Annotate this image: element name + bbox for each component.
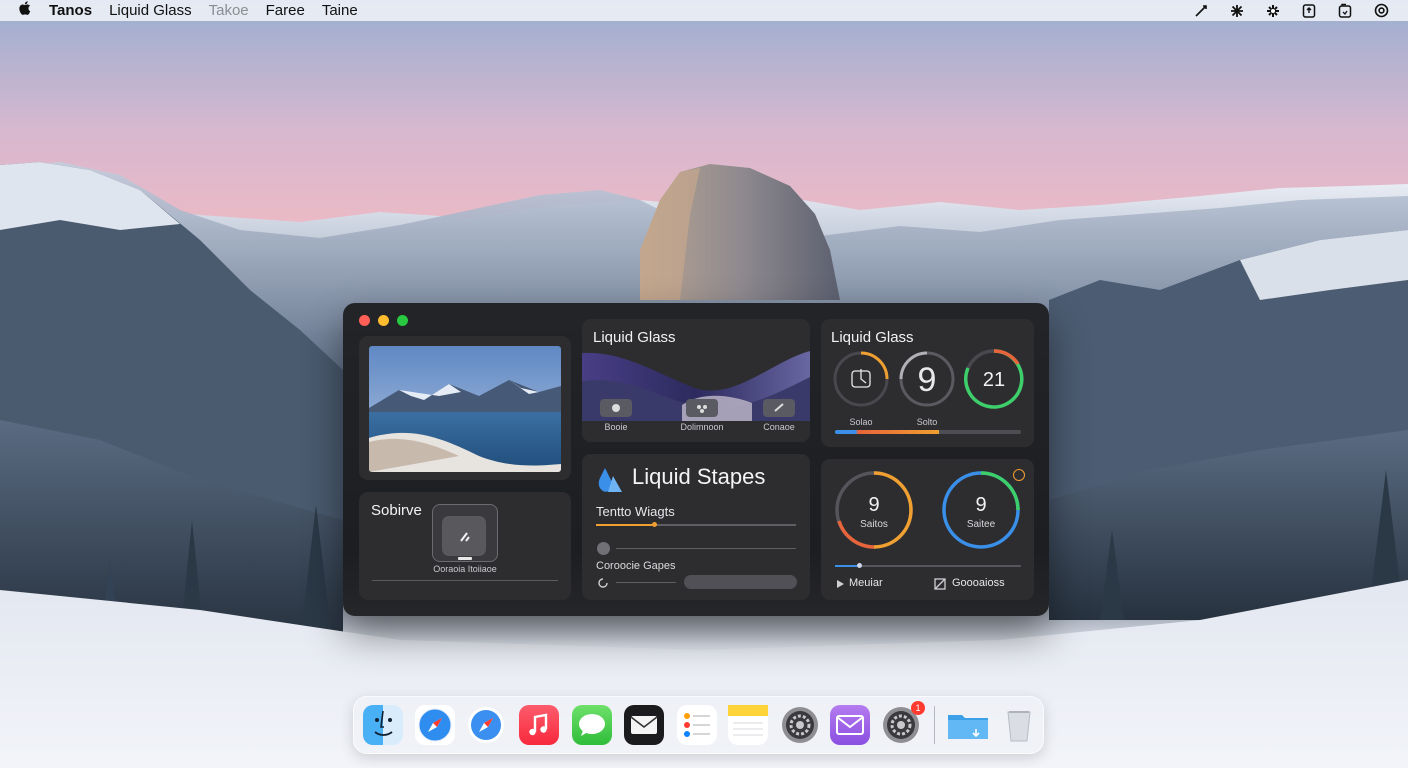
zoom-window-button[interactable]	[397, 315, 408, 326]
messages-icon[interactable]	[572, 705, 612, 745]
menu-item-liquid-glass[interactable]: Liquid Glass	[109, 0, 192, 21]
play-icon[interactable]	[835, 579, 845, 589]
timer-ring-green-value: 9	[975, 494, 986, 516]
drop-logo-icon	[598, 468, 622, 492]
lake-photo[interactable]	[369, 346, 561, 472]
finder-icon[interactable]	[363, 705, 403, 745]
shapes-slider3-track[interactable]	[616, 582, 676, 583]
minimize-window-button[interactable]	[378, 315, 389, 326]
timers-progress-thumb[interactable]	[857, 563, 863, 568]
timer-ring-orange[interactable]: 9 Saitos	[833, 469, 915, 551]
apple-menu-icon[interactable]	[18, 0, 32, 22]
wave-label-dolimnoon: Dolimnoon	[680, 422, 724, 432]
timers-progress-track[interactable]	[835, 563, 1021, 568]
target-icon[interactable]	[1372, 2, 1390, 20]
timers-progress-fill	[835, 565, 858, 567]
wave-panel: Liquid Glass Booie Dolimnoon Conaoe	[582, 319, 810, 442]
ring-nine-value: 9	[918, 361, 937, 399]
share-icon[interactable]	[1300, 2, 1318, 20]
shapes-panel-title: Liquid Stapes	[632, 464, 766, 489]
sparkle-icon[interactable]	[1264, 2, 1282, 20]
rings-panel-title: Liquid Glass	[831, 329, 914, 346]
shapes-slider-fill	[596, 524, 652, 526]
timers-panel: 9 Saitos 9 Saitee Meuiar Goooaioss	[821, 459, 1034, 600]
timer-status-dot	[1013, 469, 1025, 481]
menu-item-faree[interactable]: Faree	[266, 0, 305, 21]
ring-label-solao: Solao	[849, 417, 873, 427]
safari-icon[interactable]	[415, 705, 455, 745]
shapes-slider-track[interactable]	[596, 522, 796, 527]
timer-ring-green[interactable]: 9 Saitee	[940, 469, 1022, 551]
shapes-panel: Liquid Stapes Tentto Wiagts Coroocie Gap…	[582, 454, 810, 600]
wave-button-booie[interactable]	[600, 399, 632, 417]
folder-icon[interactable]	[1336, 2, 1354, 20]
rings-panel: Liquid Glass 9 21 Solao Solto	[821, 319, 1034, 447]
music-icon[interactable]	[519, 705, 559, 745]
downloads-folder-icon[interactable]	[946, 705, 988, 745]
settings-badged-icon[interactable]: 1	[881, 701, 925, 745]
mail-icon[interactable]	[624, 705, 664, 745]
wave-label-conaoe: Conaoe	[763, 422, 795, 432]
safari-alt-icon[interactable]	[466, 705, 506, 745]
mail-alt-icon[interactable]	[830, 705, 870, 745]
menu-item-taine[interactable]: Taine	[322, 0, 358, 21]
settings-panel-title: Sobirve	[371, 502, 422, 519]
photo-panel	[359, 336, 571, 480]
wave-panel-title: Liquid Glass	[593, 329, 676, 346]
settings-icon[interactable]	[780, 705, 820, 745]
dock-divider	[934, 706, 935, 744]
ring-timer[interactable]	[831, 349, 891, 409]
ring-label-solto: Solto	[916, 417, 938, 427]
wave-button-conaoe[interactable]	[763, 399, 795, 417]
timer-ring-orange-value: 9	[868, 494, 879, 516]
notes-icon[interactable]	[728, 705, 768, 745]
liquid-glass-window: Sobirve Ooraoia Itoiiaoe Liquid Glass Bo…	[343, 303, 1049, 616]
shapes-subtitle: Tentto Wiagts	[596, 504, 675, 519]
timer-ring-green-label: Saitee	[967, 519, 996, 530]
settings-caption: Ooraoia Itoiiaoe	[433, 564, 497, 574]
timers-footer-right: Goooaioss	[952, 577, 1005, 589]
wave-button-dolimnoon[interactable]	[686, 399, 718, 417]
shapes-toggle-knob[interactable]	[597, 542, 610, 555]
dock: 1	[353, 696, 1044, 754]
rings-progress-fill	[835, 430, 940, 434]
menu-app-name[interactable]: Tanos	[49, 0, 92, 21]
wave-label-booie: Booie	[604, 422, 628, 432]
ring-nine[interactable]: 9	[897, 349, 957, 409]
shapes-slider-thumb[interactable]	[652, 522, 657, 527]
notification-badge: 1	[911, 701, 925, 715]
traffic-lights	[359, 315, 408, 326]
gallery-icon[interactable]	[934, 578, 946, 590]
ring-twentyone[interactable]: 21	[963, 348, 1025, 410]
switch-device-icon[interactable]	[432, 504, 498, 562]
ring-twentyone-value: 21	[983, 369, 1005, 391]
timer-ring-orange-label: Saitos	[860, 519, 888, 530]
rings-progress-track[interactable]	[835, 430, 1021, 434]
settings-panel: Sobirve Ooraoia Itoiiaoe	[359, 492, 571, 600]
refresh-icon[interactable]	[596, 576, 610, 590]
timers-footer-left: Meuiar	[849, 577, 883, 589]
menu-item-takoe[interactable]: Takoe	[209, 0, 249, 21]
trash-icon[interactable]	[999, 705, 1039, 745]
asterisk-icon[interactable]	[1228, 2, 1246, 20]
close-window-button[interactable]	[359, 315, 370, 326]
shapes-caption: Coroocie Gapes	[596, 560, 676, 572]
pen-icon[interactable]	[1192, 2, 1210, 20]
shapes-input-pill[interactable]	[684, 575, 797, 589]
shapes-slider2-track[interactable]	[616, 548, 796, 549]
settings-divider	[372, 580, 558, 581]
menu-bar: Tanos Liquid Glass Takoe Faree Taine	[0, 0, 1408, 21]
reminders-icon[interactable]	[677, 705, 717, 745]
